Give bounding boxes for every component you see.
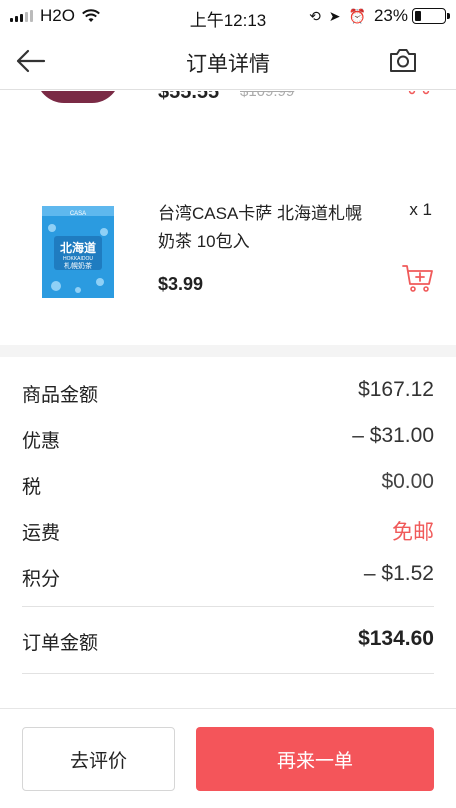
alarm-icon: ⏰ xyxy=(348,7,366,24)
free-shipping-badge: 免邮 xyxy=(392,521,434,544)
summary-value: – $31.00 xyxy=(352,424,434,447)
order-total-label: 订单金额 xyxy=(22,633,99,654)
section-divider xyxy=(0,345,456,357)
nav-bar: 订单详情 xyxy=(0,32,456,90)
summary-row-shipping: 运费 免邮 xyxy=(22,508,434,554)
divider xyxy=(22,673,434,674)
thumb-brand-top: CASA xyxy=(70,211,86,217)
price-summary: 商品金额 $167.12 优惠 – $31.00 税 $0.00 运费 免邮 积… xyxy=(22,370,434,674)
summary-value: – $1.52 xyxy=(363,562,434,585)
previous-order-item: $55.55 $109.99 xyxy=(0,91,456,113)
product-price: $3.99 xyxy=(158,274,204,294)
summary-row-total: 订单金额 $134.60 xyxy=(22,607,434,673)
summary-label: 运费 xyxy=(22,523,61,544)
thumb-title: 北海道 xyxy=(60,240,96,255)
previous-item-image xyxy=(36,91,120,103)
add-to-cart-icon[interactable] xyxy=(404,91,432,99)
summary-label: 积分 xyxy=(22,569,61,590)
battery-percent: 23% xyxy=(373,6,408,25)
reorder-button[interactable]: 再来一单 xyxy=(196,727,434,791)
product-quantity: x 1 xyxy=(409,200,432,219)
camera-icon[interactable] xyxy=(388,46,418,74)
summary-label: 优惠 xyxy=(22,431,61,452)
product-name[interactable]: 台湾CASA卡萨 北海道札幌奶茶 10包入 xyxy=(158,200,378,256)
status-bar: H2O 上午12:13 ⟲ ➤ ⏰ 23% xyxy=(0,0,456,32)
battery-fill xyxy=(415,11,421,21)
summary-value: $0.00 xyxy=(381,470,434,493)
add-to-cart-icon[interactable] xyxy=(402,264,434,292)
order-total-value: $134.60 xyxy=(358,627,434,650)
summary-label: 税 xyxy=(22,477,42,498)
review-button[interactable]: 去评价 xyxy=(22,727,175,791)
orientation-lock-icon: ⟲ xyxy=(309,7,321,24)
bottom-action-bar: 去评价 再来一单 xyxy=(0,708,456,808)
summary-row-tax: 税 $0.00 xyxy=(22,462,434,508)
previous-item-price: $55.55 xyxy=(158,91,220,103)
summary-value: $167.12 xyxy=(358,378,434,401)
order-item[interactable]: CASA 北海道 HOKKAIDOU 札幌奶茶 台湾CASA卡萨 北海道札幌奶茶… xyxy=(0,190,456,310)
summary-row-points: 积分 – $1.52 xyxy=(22,554,434,600)
summary-label: 商品金额 xyxy=(22,385,99,406)
previous-item-original-price: $109.99 xyxy=(240,91,295,100)
product-image: CASA 北海道 HOKKAIDOU 札幌奶茶 xyxy=(42,206,114,298)
summary-row-subtotal: 商品金额 $167.12 xyxy=(22,370,434,416)
thumb-caption: 札幌奶茶 xyxy=(64,261,92,270)
battery-icon xyxy=(412,8,450,24)
location-icon: ➤ xyxy=(328,7,341,24)
summary-row-discount: 优惠 – $31.00 xyxy=(22,416,434,462)
